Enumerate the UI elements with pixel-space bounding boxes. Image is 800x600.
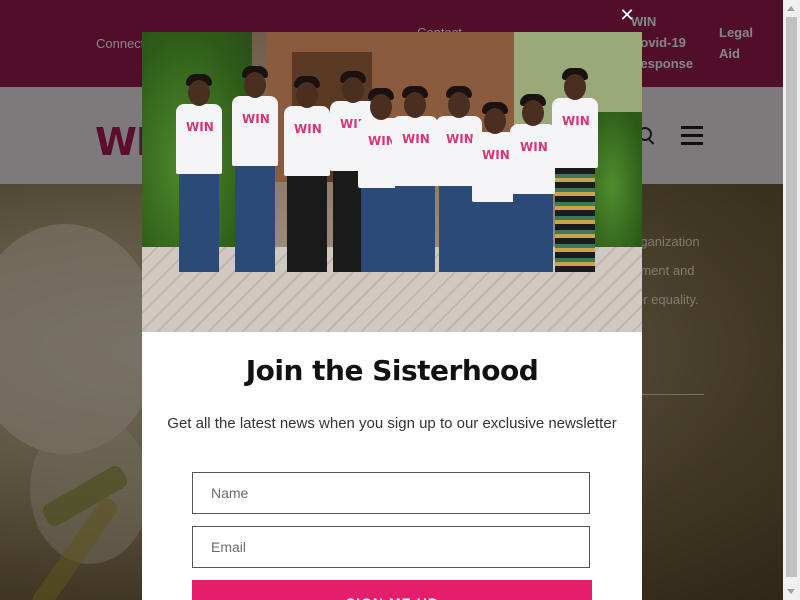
shirt-logo: WIN xyxy=(446,132,474,146)
shirt-logo: WIN xyxy=(562,114,590,128)
scroll-up-arrow-icon[interactable] xyxy=(787,6,795,11)
modal-subtitle: Get all the latest news when you sign up… xyxy=(167,415,617,432)
team-photo: WIN WIN WIN WIN WIN WIN WIN WIN WIN WIN xyxy=(142,32,642,332)
close-icon[interactable]: ✕ xyxy=(617,6,637,26)
shirt-logo: WIN xyxy=(242,112,270,126)
shirt-logo: WIN xyxy=(482,148,510,162)
shirt-logo: WIN xyxy=(520,140,548,154)
scroll-down-arrow-icon[interactable] xyxy=(787,589,795,594)
scrollbar-thumb[interactable] xyxy=(786,17,797,577)
newsletter-modal: WIN WIN WIN WIN WIN WIN WIN WIN WIN WIN Join the … xyxy=(142,32,642,600)
name-field[interactable] xyxy=(192,472,590,514)
modal-title: Join the Sisterhood xyxy=(245,354,539,387)
sign-me-up-button[interactable]: SIGN ME UP xyxy=(192,580,592,600)
shirt-logo: WIN xyxy=(402,132,430,146)
shirt-logo: WIN xyxy=(294,122,322,136)
page-scrollbar[interactable] xyxy=(783,0,800,600)
email-field[interactable] xyxy=(192,526,590,568)
shirt-logo: WIN xyxy=(186,120,214,134)
